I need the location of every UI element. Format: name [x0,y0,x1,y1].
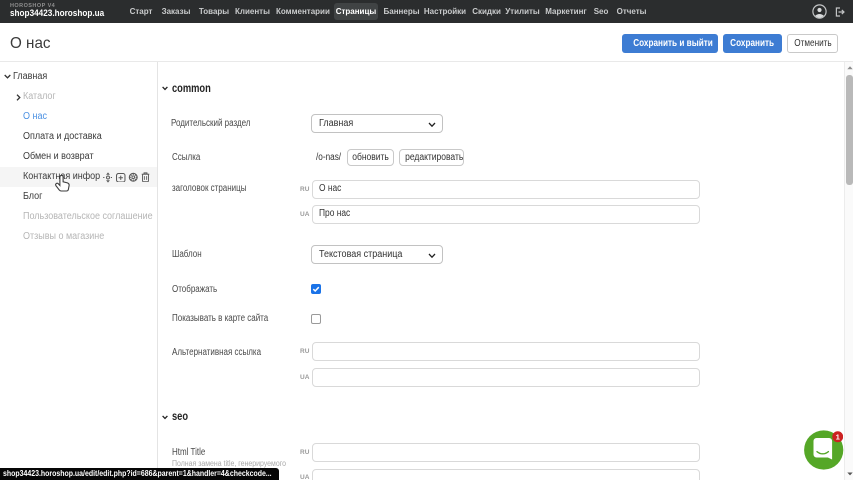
svg-text:1: 1 [835,433,840,442]
